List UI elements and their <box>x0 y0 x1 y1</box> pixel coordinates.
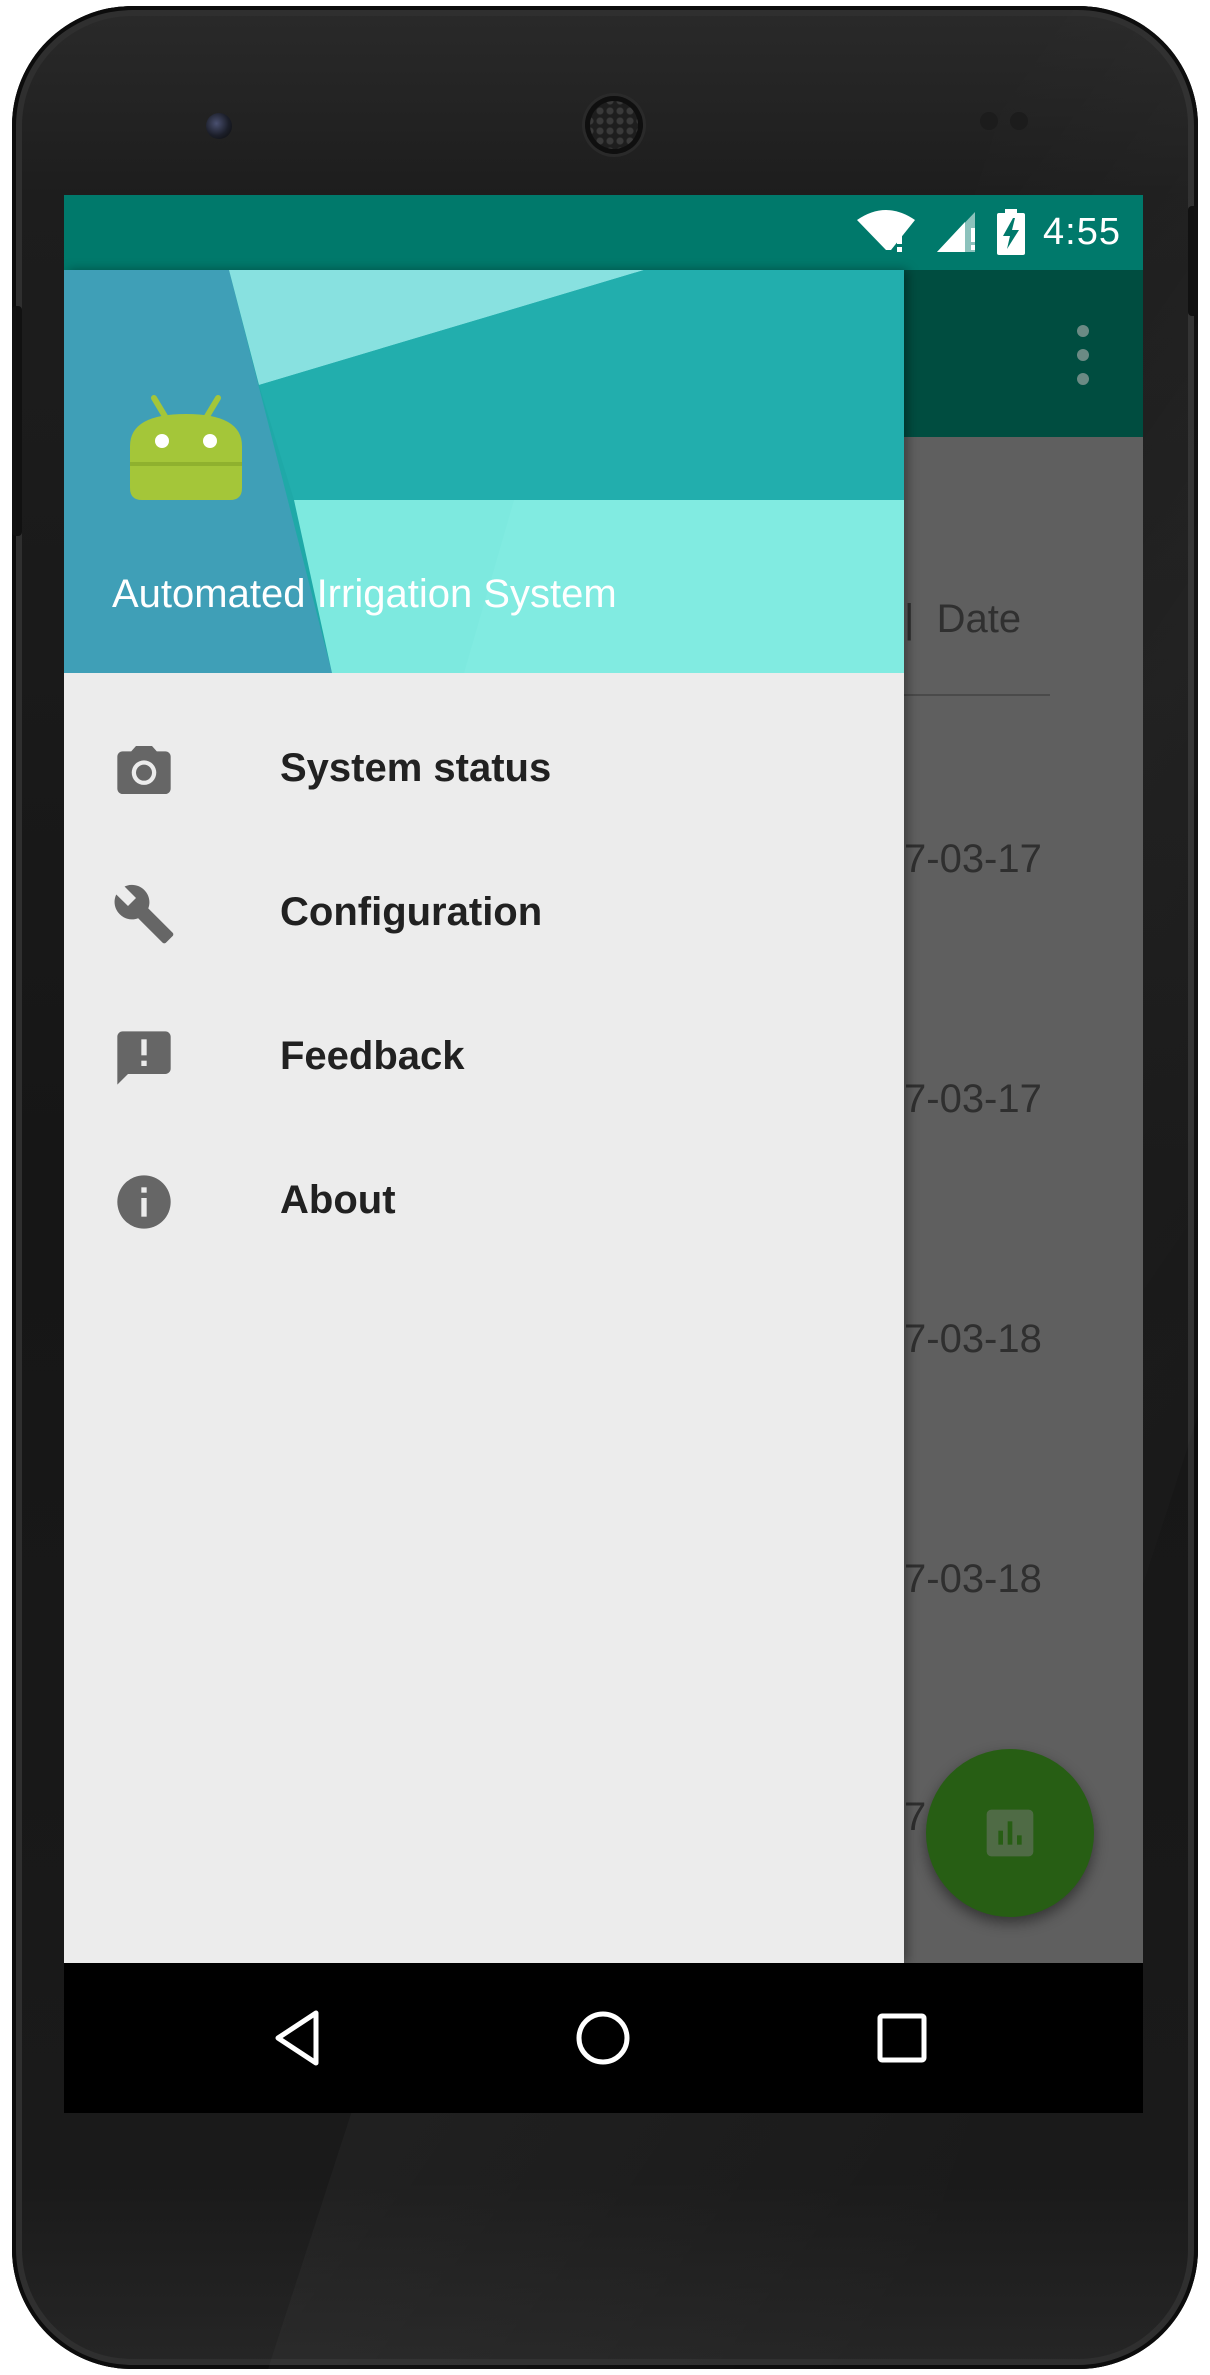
nav-item-about[interactable]: About <box>64 1130 904 1274</box>
light-sensor <box>1010 112 1028 130</box>
screen: | Date 7-03-17 7-03-17 7-03-18 7-03-18 7 <box>64 195 1143 2113</box>
back-button[interactable] <box>264 2003 334 2073</box>
list-item-date[interactable]: 7-03-18 <box>904 1557 1042 1602</box>
system-nav-bar <box>64 1963 1143 2113</box>
nav-item-system-status[interactable]: System status <box>64 698 904 842</box>
nav-item-feedback[interactable]: Feedback <box>64 986 904 1130</box>
bar-chart-icon <box>986 1809 1034 1857</box>
list-item-date[interactable]: 7-03-18 <box>904 1317 1042 1362</box>
proximity-sensor <box>980 112 998 130</box>
battery-charging-icon <box>997 209 1026 255</box>
nav-item-label: Feedback <box>280 1034 465 1078</box>
status-bar: 4:55 <box>64 195 1143 270</box>
nav-item-label: Configuration <box>280 890 543 934</box>
nav-item-configuration[interactable]: Configuration <box>64 842 904 986</box>
android-logo-icon <box>130 395 242 500</box>
header-divider <box>900 694 1050 696</box>
list-item-date[interactable]: 7-03-17 <box>904 1077 1042 1122</box>
wrench-icon <box>114 884 174 944</box>
status-clock: 4:55 <box>1043 210 1121 253</box>
power-button <box>1188 206 1198 316</box>
cell-signal-icon <box>937 212 976 252</box>
nav-item-label: System status <box>280 746 552 790</box>
volume-button <box>12 306 22 536</box>
front-camera <box>206 113 232 139</box>
drawer-header: Automated Irrigation System <box>64 270 904 673</box>
chart-fab-button[interactable] <box>926 1749 1094 1917</box>
wifi-icon <box>857 210 916 252</box>
navigation-drawer: Automated Irrigation System System statu… <box>64 270 904 1963</box>
column-header-date: | Date <box>904 597 1022 641</box>
home-button[interactable] <box>568 2003 638 2073</box>
camera-icon <box>117 746 171 794</box>
status-icons: 4:55 <box>855 207 1121 257</box>
list-item-date[interactable]: 7-03-17 <box>904 837 1042 882</box>
nav-item-label: About <box>280 1178 396 1222</box>
overflow-menu-icon[interactable] <box>1073 325 1093 385</box>
list-item-date[interactable]: 7 <box>904 1795 926 1840</box>
app-title: Automated Irrigation System <box>112 572 617 616</box>
recents-button[interactable] <box>867 2003 937 2073</box>
info-icon <box>117 1175 171 1229</box>
feedback-icon <box>117 1031 171 1085</box>
earpiece-speaker <box>585 96 643 154</box>
